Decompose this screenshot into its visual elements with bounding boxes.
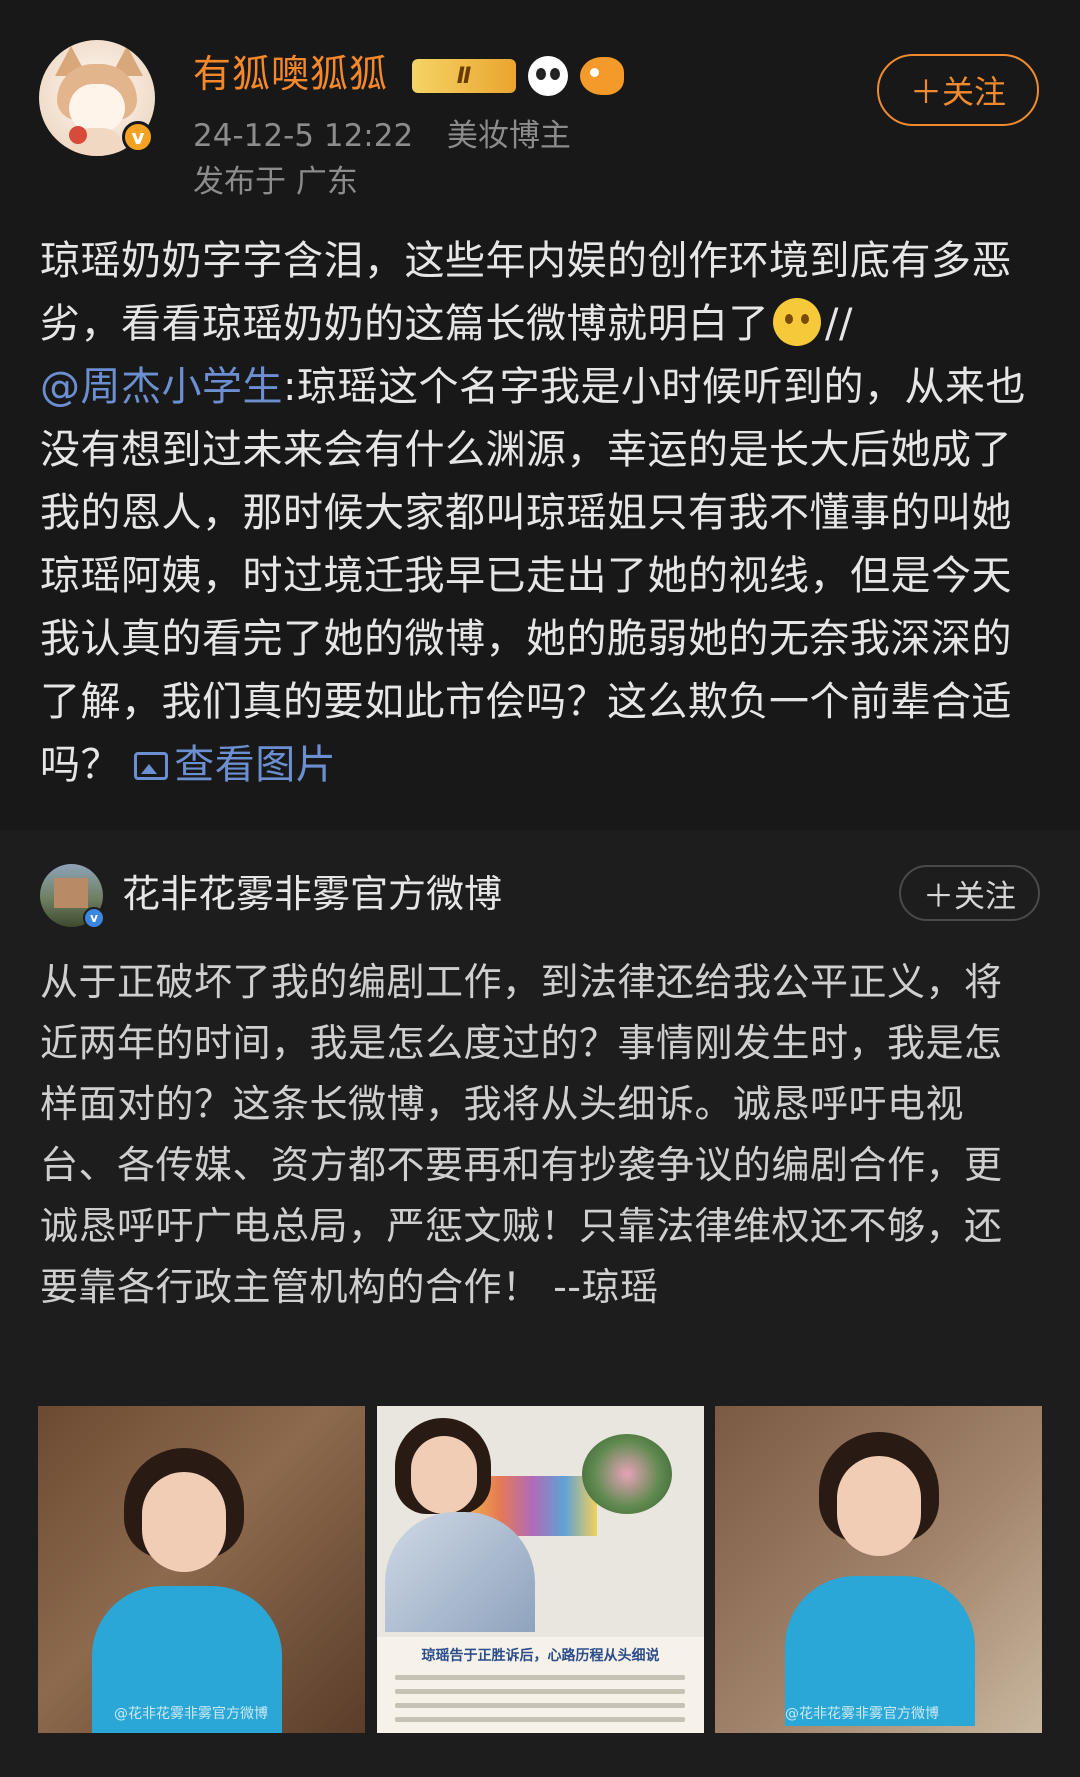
repost-follow-button[interactable]: ＋关注 <box>899 865 1040 921</box>
repost-image-grid: @花非花雾非雾官方微博 琼瑶告于正胜诉后，心路历程从头细说 @花非花雾非雾官方微… <box>38 1406 1043 1733</box>
image-caption-title: 琼瑶告于正胜诉后，心路历程从头细说 <box>421 1648 660 1664</box>
post-timestamp: 24-12-5 12:22 <box>193 118 414 154</box>
post-content: 琼瑶奶奶字字含泪，这些年内娱的创作环境到底有多恶劣，看看琼瑶奶奶的这篇长微博就明… <box>40 230 1050 797</box>
verified-badge-icon: v <box>83 907 105 929</box>
username[interactable]: 有狐噢狐狐 <box>193 50 388 98</box>
repost-slashes: // <box>825 301 853 347</box>
repost-text: 从于正破坏了我的编剧工作，到法律还给我公平正义，将近两年的时间，我是怎么度过的？… <box>40 960 1003 1309</box>
post-text-continued: :琼瑶这个名字我是小时候听到的，从来也没有想到过未来会有什么渊源，幸运的是长大后… <box>40 364 1026 788</box>
verified-badge-icon: v <box>122 121 154 153</box>
panda-badge-icon[interactable] <box>528 56 568 96</box>
repost-image-1[interactable]: @花非花雾非雾官方微博 <box>38 1406 365 1733</box>
repost-username[interactable]: 花非花雾非雾官方微博 <box>122 870 502 918</box>
original-post: v 有狐噢狐狐 Ⅱ 24-12-5 12:22 美妆博主 发布于 广东 ＋关注 … <box>0 0 1080 830</box>
mention-link[interactable]: @周杰小学生 <box>40 364 283 410</box>
view-images-link[interactable]: 查看图片 <box>134 742 336 788</box>
reposted-post: v 花非花雾非雾官方微博 ＋关注 从于正破坏了我的编剧工作，到法律还给我公平正义… <box>0 830 1080 1777</box>
image-watermark: @花非花雾非雾官方微博 <box>785 1706 939 1722</box>
repost-image-3[interactable]: @花非花雾非雾官方微博 <box>715 1406 1042 1733</box>
repost-image-2[interactable]: 琼瑶告于正胜诉后，心路历程从头细说 <box>377 1406 704 1733</box>
image-icon <box>134 752 169 780</box>
follow-button[interactable]: ＋关注 <box>877 54 1039 126</box>
post-meta: 24-12-5 12:22 美妆博主 <box>193 116 571 156</box>
user-tag: 美妆博主 <box>446 118 571 154</box>
post-location: 发布于 广东 <box>193 164 358 200</box>
image-caption-panel: 琼瑶告于正胜诉后，心路历程从头细说 <box>377 1637 704 1733</box>
level-badge-icon[interactable]: Ⅱ <box>412 59 516 93</box>
fish-badge-icon[interactable] <box>580 57 624 95</box>
post-text: 琼瑶奶奶字字含泪，这些年内娱的创作环境到底有多恶劣，看看琼瑶奶奶的这篇长微博就明… <box>40 238 1012 347</box>
image-watermark: @花非花雾非雾官方微博 <box>114 1706 268 1722</box>
crying-emoji-icon <box>773 298 821 346</box>
user-badges: Ⅱ <box>412 56 624 96</box>
